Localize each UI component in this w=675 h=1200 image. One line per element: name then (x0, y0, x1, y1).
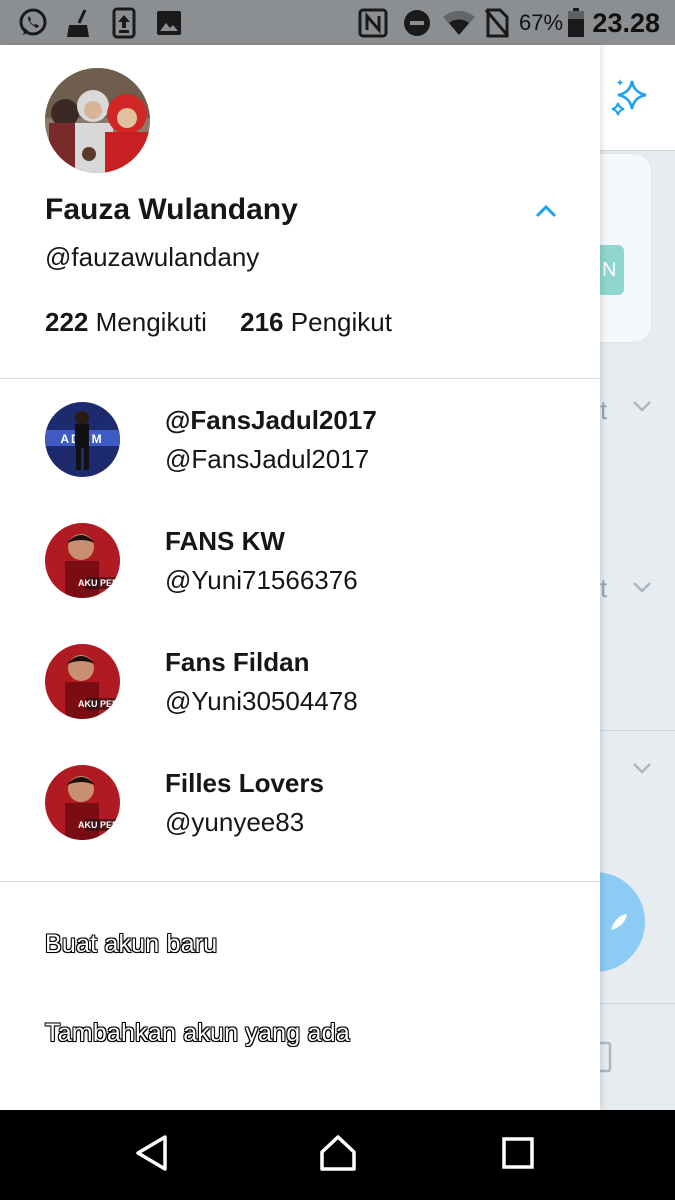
following-count: 222 (45, 307, 89, 337)
account-switcher-toggle[interactable] (530, 197, 562, 229)
background-timeline: N t t (545, 45, 675, 1110)
chevron-up-icon (534, 203, 558, 224)
battery-icon (566, 7, 586, 39)
account-drawer: Fauza Wulandany @fauzawulandany 222 Meng… (0, 45, 600, 1110)
battery-percent: 67% (519, 10, 564, 35)
upload-icon (110, 7, 138, 39)
account-name: Fans Fildan (165, 647, 310, 677)
divider (600, 730, 675, 731)
divider (600, 1003, 675, 1004)
account-handle: @FansJadul2017 (165, 444, 370, 474)
do-not-disturb-icon (402, 7, 432, 39)
account-item[interactable]: AKU PERGI FANS KW @Yuni71566376 (0, 523, 600, 623)
follow-stats: 222 Mengikuti 216 Pengikut (45, 307, 392, 338)
no-sim-icon (483, 7, 511, 39)
account-handle: @Yuni30504478 (165, 686, 358, 716)
account-name: @FansJadul2017 (165, 405, 377, 435)
account-name: Filles Lovers (165, 768, 324, 798)
background-text: t (600, 573, 608, 603)
account-item[interactable]: AKU PERGI Filles Lovers @yunyee83 (0, 765, 600, 865)
followers-stat[interactable]: 216 Pengikut (240, 307, 392, 338)
chevron-down-icon[interactable] (632, 761, 652, 781)
profile-name[interactable]: Fauza Wulandany (45, 193, 298, 227)
back-icon (133, 1134, 169, 1177)
following-stat[interactable]: 222 Mengikuti (45, 307, 207, 338)
account-avatar: AKU PERGI (45, 644, 120, 719)
add-existing-account-button[interactable]: Tambahkan akun yang ada (45, 1019, 350, 1048)
background-text: t (600, 395, 608, 425)
background-header (600, 45, 675, 151)
account-handle: @yunyee83 (165, 807, 305, 837)
message-icon[interactable] (600, 1041, 612, 1078)
sparkle-icon[interactable] (608, 75, 652, 124)
cleaner-icon (62, 7, 96, 39)
profile-handle: @fauzawulandany (45, 242, 260, 272)
followers-label: Pengikut (290, 307, 392, 337)
followers-count: 216 (240, 307, 284, 337)
account-item[interactable]: AKU PERGI Fans Fildan @Yuni30504478 (0, 644, 600, 744)
create-account-button[interactable]: Buat akun baru (45, 930, 217, 959)
chevron-down-icon[interactable] (632, 399, 652, 419)
divider (0, 881, 600, 882)
recents-icon (501, 1136, 535, 1175)
account-avatar: AKU PERGI (45, 523, 120, 598)
background-button: N (600, 245, 624, 295)
profile-avatar[interactable] (45, 68, 150, 173)
status-bar: 67% 23.28 (0, 0, 675, 45)
nfc-icon (357, 7, 389, 39)
image-icon (154, 7, 184, 39)
avatar-text: AKU PERGI (78, 820, 120, 830)
divider (0, 378, 600, 379)
system-nav-bar (0, 1110, 675, 1200)
home-button[interactable] (315, 1132, 361, 1178)
avatar-text: AKU PERGI (78, 699, 120, 709)
account-item[interactable]: ADEM @FansJadul2017 @FansJadul2017 (0, 402, 600, 502)
home-icon (318, 1134, 358, 1177)
back-button[interactable] (128, 1132, 174, 1178)
following-label: Mengikuti (95, 307, 207, 337)
clock: 23.28 (592, 8, 660, 38)
wifi-icon (441, 7, 477, 39)
account-handle: @Yuni71566376 (165, 565, 358, 595)
chevron-down-icon[interactable] (632, 580, 652, 600)
avatar-text: AKU PERGI (78, 578, 120, 588)
whatsapp-icon (16, 7, 50, 39)
account-avatar: AKU PERGI (45, 765, 120, 840)
account-avatar: ADEM (45, 402, 120, 477)
recents-button[interactable] (495, 1132, 541, 1178)
account-name: FANS KW (165, 526, 285, 556)
